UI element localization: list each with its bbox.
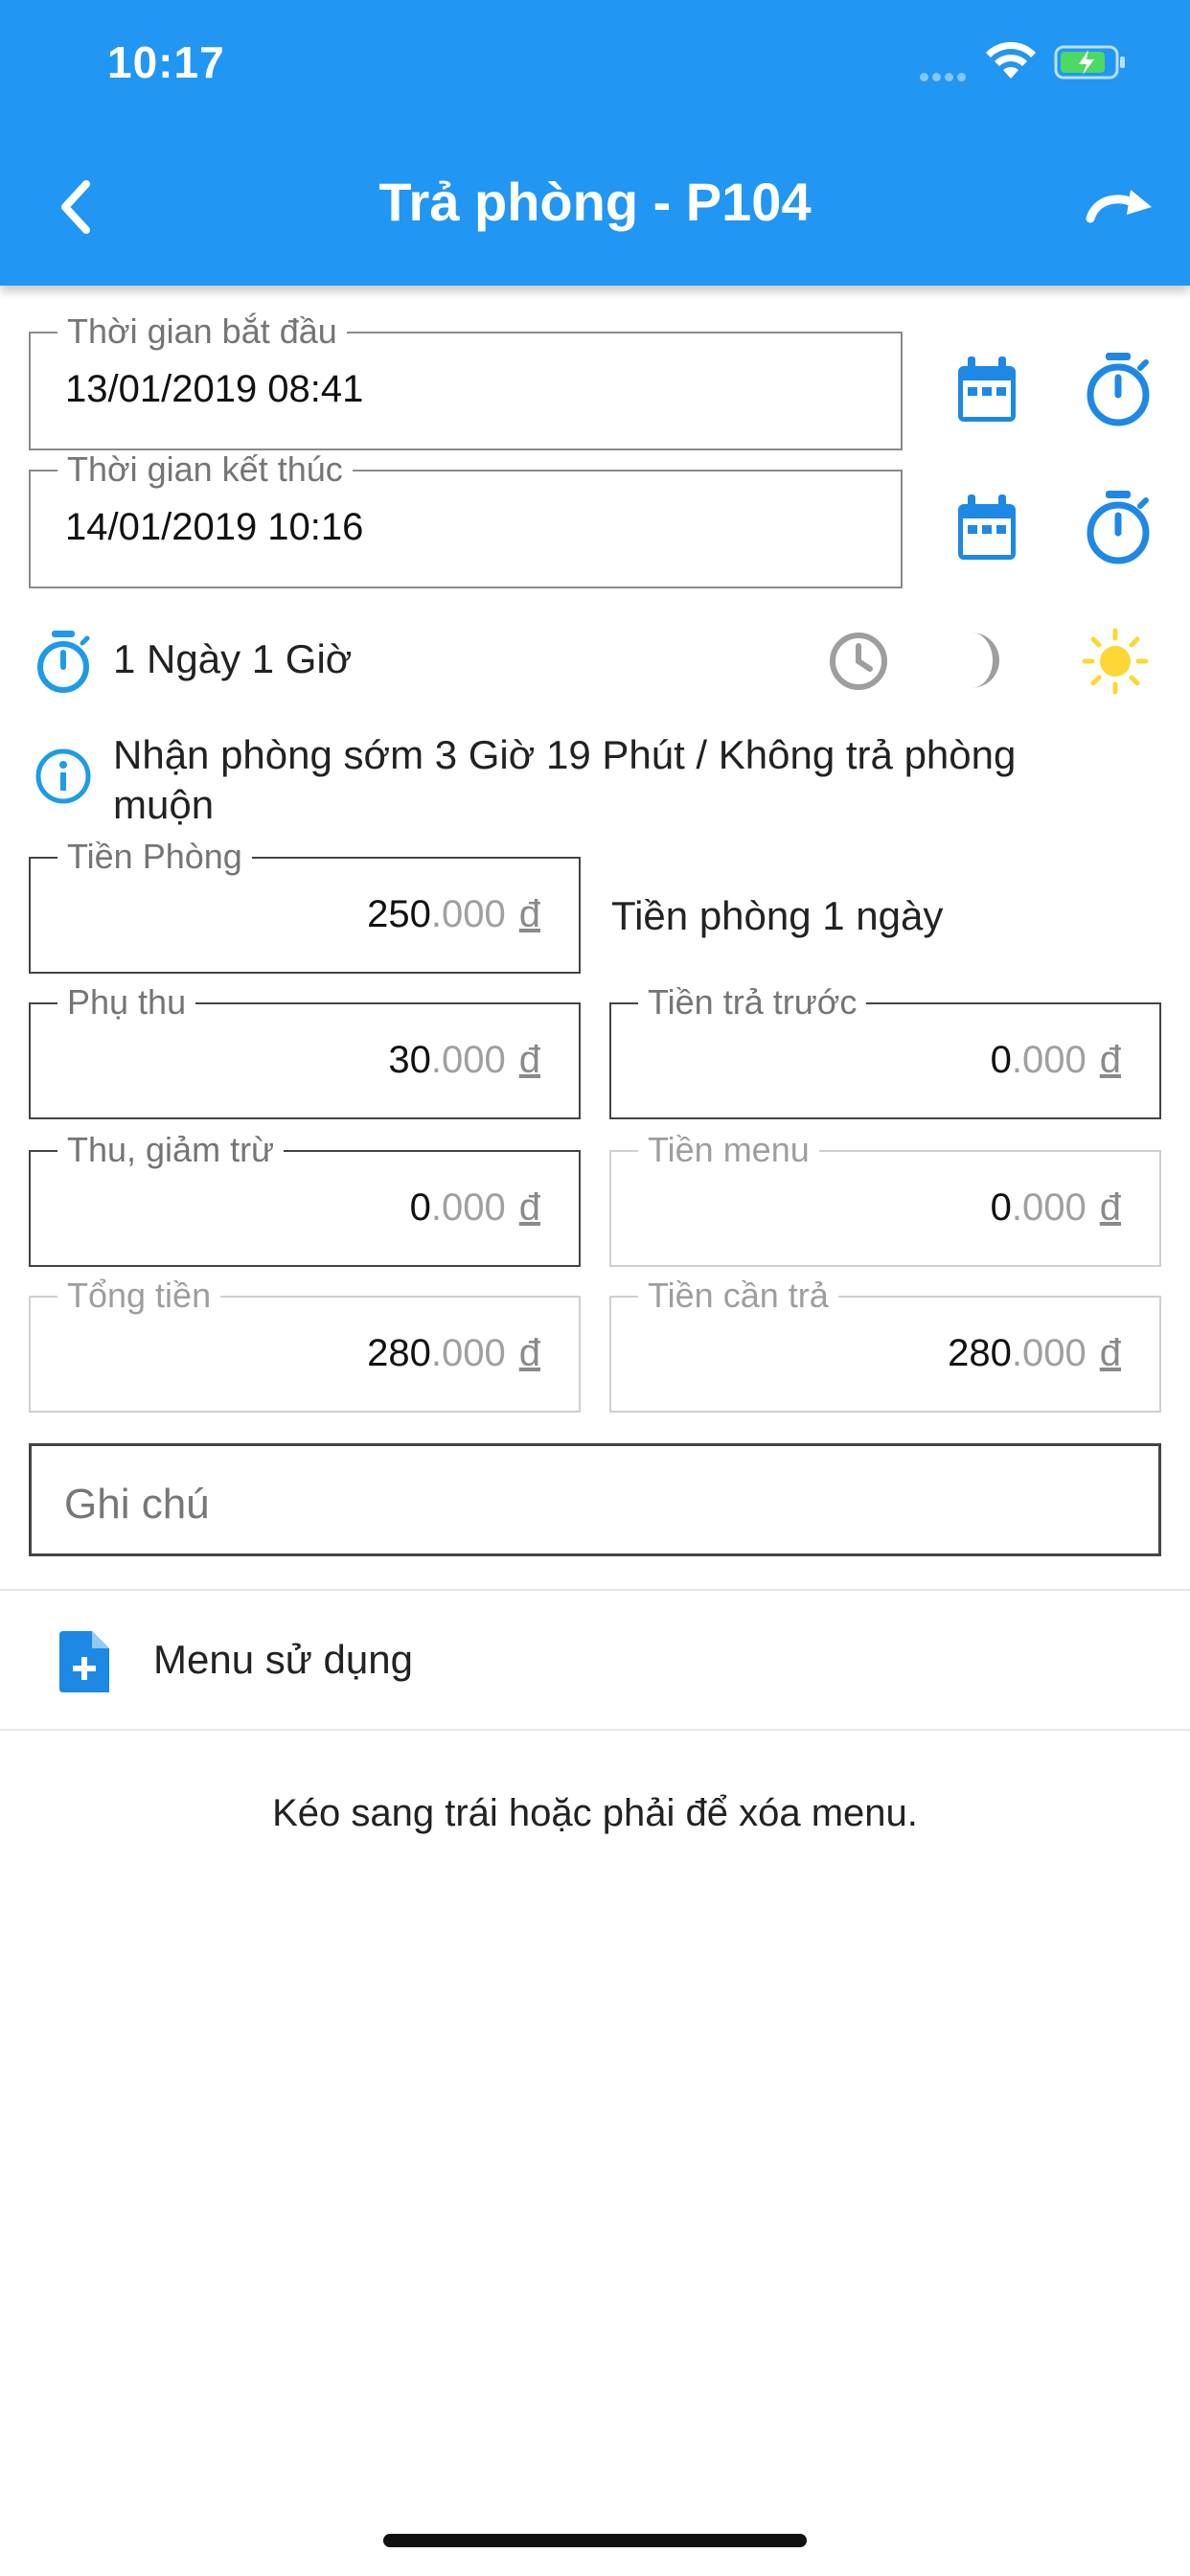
info-icon: [35, 748, 91, 804]
room-fee-label: Tiền Phòng: [57, 838, 252, 876]
surcharge-label: Phụ thu: [57, 983, 196, 1022]
sun-icon[interactable]: [1081, 627, 1150, 696]
prepaid-field[interactable]: Tiền trả trước 0.000 đ: [609, 983, 1161, 1119]
room-fee-field[interactable]: Tiền Phòng 250.000 đ: [29, 838, 581, 974]
swipe-hint: Kéo sang trái hoặc phải để xóa menu.: [272, 1792, 918, 1834]
prepaid-label: Tiền trả trước: [638, 983, 867, 1022]
surcharge-field[interactable]: Phụ thu 30.000 đ: [29, 983, 581, 1119]
room-fee-note: Tiền phòng 1 ngày: [611, 893, 944, 938]
deduction-amount: 0.000 đ: [409, 1186, 540, 1229]
prepaid-amount: 0.000 đ: [990, 1039, 1121, 1081]
checkin-info-text: Nhận phòng sớm 3 Giờ 19 Phút / Không trả…: [113, 732, 1017, 827]
end-time-value: 14/01/2019 10:16: [65, 506, 364, 548]
start-time-value: 13/01/2019 08:41: [65, 368, 364, 410]
surcharge-amount: 30.000 đ: [388, 1039, 540, 1081]
deduction-field[interactable]: Thu, giảm trừ 0.000 đ: [29, 1131, 581, 1267]
room-fee-amount: 250.000 đ: [367, 893, 540, 935]
home-indicator: [383, 2534, 807, 2547]
wifi-icon: [986, 41, 1036, 79]
back-button[interactable]: [44, 169, 121, 245]
deduction-label: Thu, giảm trừ: [57, 1131, 285, 1169]
menu-fee-field: Tiền menu 0.000 đ: [609, 1131, 1161, 1267]
note-input[interactable]: Ghi chú: [29, 1443, 1161, 1556]
start-time-label: Thời gian bắt đầu: [57, 312, 347, 351]
divider: [0, 1729, 1190, 1731]
moon-icon[interactable]: [958, 629, 1012, 692]
redo-button[interactable]: [1083, 178, 1159, 236]
end-time-field[interactable]: Thời gian kết thúc 14/01/2019 10:16: [29, 450, 903, 588]
menu-used-row[interactable]: Menu sử dụng: [0, 1591, 1190, 1729]
calendar-icon[interactable]: [954, 355, 1019, 427]
amount-due-amount: 280.000 đ: [948, 1332, 1121, 1374]
app-bar: 10:17 Trả phòng - P104: [0, 0, 1190, 286]
battery-icon: [1054, 45, 1125, 80]
add-document-icon: [59, 1631, 109, 1692]
duration-text: 1 Ngày 1 Giờ: [113, 636, 353, 681]
total-field: Tổng tiền 280.000 đ: [29, 1276, 581, 1413]
menu-fee-amount: 0.000 đ: [990, 1186, 1121, 1229]
note-placeholder: Ghi chú: [64, 1481, 210, 1528]
total-label: Tổng tiền: [57, 1276, 221, 1315]
signal-icon: [920, 69, 973, 81]
amount-due-label: Tiền cần trả: [638, 1276, 838, 1315]
stopwatch-icon: [37, 631, 90, 693]
page-title: Trả phòng - P104: [378, 172, 812, 232]
menu-fee-label: Tiền menu: [638, 1131, 819, 1169]
total-amount: 280.000 đ: [367, 1332, 540, 1374]
timer-icon[interactable]: [1085, 351, 1152, 429]
end-time-label: Thời gian kết thúc: [57, 450, 353, 489]
start-time-field[interactable]: Thời gian bắt đầu 13/01/2019 08:41: [29, 312, 903, 450]
timer-icon[interactable]: [1085, 489, 1152, 567]
clock-icon[interactable]: [828, 631, 889, 692]
calendar-icon[interactable]: [954, 493, 1019, 565]
menu-used-label: Menu sử dụng: [153, 1637, 413, 1682]
amount-due-field: Tiền cần trả 280.000 đ: [609, 1276, 1161, 1413]
status-time: 10:17: [107, 37, 225, 87]
